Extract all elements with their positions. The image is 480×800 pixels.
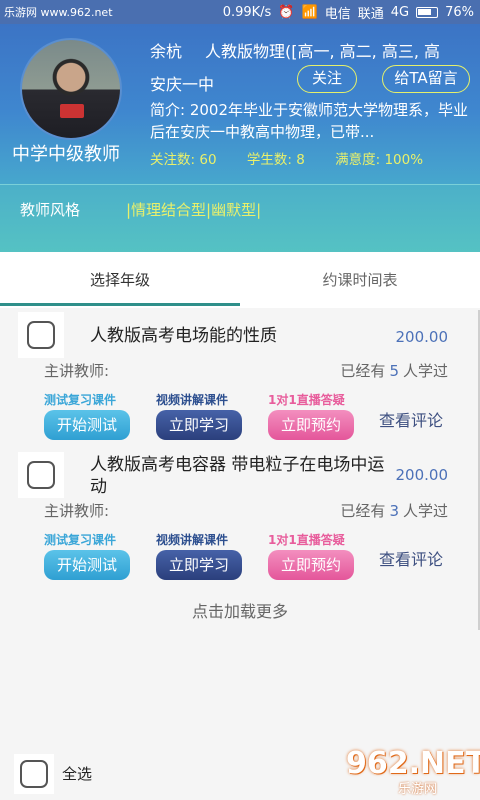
- course-card: 人教版高考电容器 带电粒子在电场中运动 200.00 主讲教师: 已经有 3 人学过…: [0, 452, 480, 592]
- lecturer-label: 主讲教师:: [44, 502, 110, 520]
- tab-select-grade[interactable]: 选择年级: [0, 252, 240, 308]
- shirt-logo: [60, 104, 84, 118]
- satisfaction-value: 100%: [384, 152, 424, 168]
- network-type: 4G: [390, 5, 410, 20]
- checkbox-box: [27, 461, 55, 489]
- network-speed: 0.99K/s: [222, 5, 272, 20]
- style-value: |情理结合型|幽默型|: [126, 201, 262, 219]
- watermark-logo-subtext: 乐游网: [398, 782, 438, 797]
- study-now-button[interactable]: 立即学习: [156, 410, 242, 440]
- teacher-style-row: 教师风格 |情理结合型|幽默型|: [0, 184, 480, 252]
- wifi-icon: 📶: [301, 5, 318, 20]
- battery-level: 76%: [445, 5, 474, 20]
- watermark-logo: 962.NET 乐游网: [342, 746, 480, 798]
- course-price: 200.00: [395, 328, 449, 346]
- follow-button[interactable]: 关注: [297, 65, 357, 93]
- select-all-label[interactable]: 全选: [62, 763, 92, 784]
- study-now-button[interactable]: 立即学习: [156, 550, 242, 580]
- learned-count: 已经有 3 人学过: [340, 500, 448, 521]
- lecturer-label: 主讲教师:: [44, 362, 110, 380]
- caption-live: 1对1直播答疑: [268, 393, 345, 407]
- avatar: [20, 38, 122, 140]
- view-reviews-link[interactable]: 查看评论: [379, 407, 443, 431]
- learned-suffix: 人学过: [402, 502, 448, 520]
- learned-count: 已经有 5 人学过: [340, 360, 448, 381]
- battery-icon: [416, 7, 439, 18]
- tab-schedule[interactable]: 约课时间表: [240, 252, 480, 308]
- follows-count: 60: [199, 152, 217, 168]
- tab-indicator: [0, 303, 240, 306]
- start-test-button[interactable]: 开始测试: [44, 550, 130, 580]
- teacher-school: 安庆一中: [150, 75, 215, 94]
- caption-live: 1对1直播答疑: [268, 533, 345, 547]
- course-title: 人教版高考电场能的性质: [90, 326, 277, 346]
- alarm-icon: ⏰: [278, 5, 295, 20]
- load-more-link[interactable]: 点击加载更多: [0, 598, 480, 622]
- carrier-1: 电信: [324, 7, 351, 22]
- checkbox-box: [27, 321, 55, 349]
- course-checkbox[interactable]: [18, 452, 64, 498]
- students-label: 学生数:: [246, 152, 292, 168]
- learned-prefix: 已经有: [340, 362, 386, 380]
- course-title: 人教版高考电容器 带电粒子在电场中运动: [90, 455, 385, 497]
- caption-test: 测试复习课件: [44, 533, 117, 547]
- checkbox-box: [20, 760, 48, 788]
- teacher-header: 中学中级教师 余杭 人教版物理([高一, 高二, 高三, 高 安庆一中 关注 给…: [0, 24, 480, 184]
- follows-label: 关注数:: [150, 152, 196, 168]
- course-card: 人教版高考电场能的性质 200.00 主讲教师: 已经有 5 人学过 测试复习课件 …: [0, 312, 480, 452]
- caption-test: 测试复习课件: [44, 393, 117, 407]
- view-reviews-link[interactable]: 查看评论: [379, 546, 443, 570]
- teacher-level: 中学中级教师: [12, 144, 120, 165]
- status-bar: 乐游网 www.962.net 0.99K/s ⏰ 📶 电信 联通 4G 76%: [0, 0, 480, 24]
- watermark-logo-text: 962.NET: [346, 746, 480, 781]
- students-count: 8: [296, 152, 305, 168]
- satisfaction-label: 满意度:: [335, 152, 381, 168]
- leave-message-button[interactable]: 给TA留言: [382, 65, 470, 93]
- watermark-text: 乐游网 www.962.net: [4, 6, 113, 19]
- caption-video: 视频讲解课件: [156, 393, 229, 407]
- teacher-intro: 简介: 2002年毕业于安徽师范大学物理系，毕业后在安庆一中教高中物理，已带..…: [150, 101, 468, 141]
- learned-suffix: 人学过: [402, 362, 448, 380]
- learned-prefix: 已经有: [340, 502, 386, 520]
- select-all-checkbox[interactable]: [14, 754, 54, 794]
- caption-video: 视频讲解课件: [156, 533, 229, 547]
- bottom-bar: 全选 962.NET 乐游网: [0, 746, 480, 800]
- teacher-subject: 人教版物理([高一, 高二, 高三, 高: [205, 42, 441, 61]
- start-test-button[interactable]: 开始测试: [44, 410, 130, 440]
- book-now-button[interactable]: 立即预约: [268, 550, 354, 580]
- book-now-button[interactable]: 立即预约: [268, 410, 354, 440]
- tab-bar: 选择年级 约课时间表: [0, 252, 480, 308]
- learned-number: 5: [389, 362, 399, 380]
- teacher-stats: 关注数: 60 学生数: 8 满意度: 100%: [150, 148, 423, 168]
- carrier-2: 联通: [357, 7, 384, 22]
- course-price: 200.00: [395, 466, 449, 484]
- course-checkbox[interactable]: [18, 312, 64, 358]
- teacher-name: 余杭: [150, 42, 183, 61]
- learned-number: 3: [389, 502, 399, 520]
- style-label: 教师风格: [20, 201, 81, 219]
